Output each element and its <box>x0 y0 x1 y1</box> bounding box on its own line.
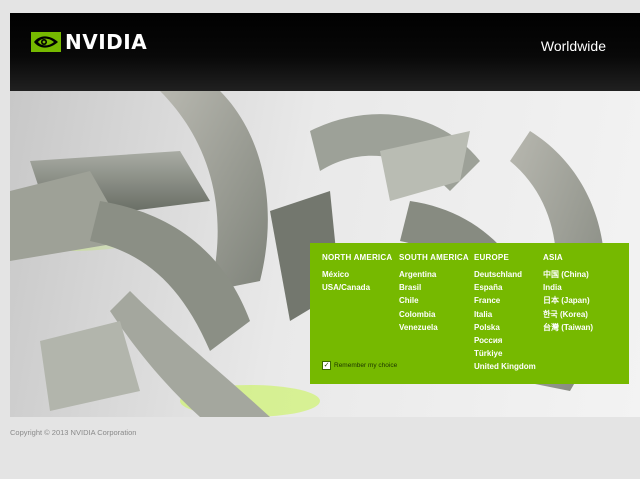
region-asia: ASIA 中国 (China) India 日本 (Japan) 한국 (Kor… <box>543 253 593 334</box>
country-link-deutschland[interactable]: Deutschland <box>474 268 536 281</box>
country-link-colombia[interactable]: Colombia <box>399 308 469 321</box>
site-header: NVIDIA Worldwide <box>10 13 640 91</box>
country-link-japan[interactable]: 日本 (Japan) <box>543 294 593 307</box>
country-link-india[interactable]: India <box>543 281 593 294</box>
country-link-chile[interactable]: Chile <box>399 294 469 307</box>
country-link-brasil[interactable]: Brasil <box>399 281 469 294</box>
remember-checkbox[interactable]: ✓ <box>322 361 331 370</box>
copyright-text: Copyright © 2013 NVIDIA Corporation <box>10 428 137 437</box>
country-link-venezuela[interactable]: Venezuela <box>399 321 469 334</box>
brand-wordmark: NVIDIA <box>65 30 148 54</box>
region-heading: ASIA <box>543 253 563 262</box>
remember-label[interactable]: Remember my choice <box>334 362 397 369</box>
region-heading: NORTH AMERICA <box>322 253 393 262</box>
region-heading: EUROPE <box>474 253 509 262</box>
checkmark-icon: ✓ <box>323 362 330 369</box>
region-heading: SOUTH AMERICA <box>399 253 469 262</box>
nvidia-eye-logo-icon <box>31 32 61 52</box>
country-link-taiwan[interactable]: 台灣 (Taiwan) <box>543 321 593 334</box>
country-link-united-kingdom[interactable]: United Kingdom <box>474 360 536 373</box>
region-europe: EUROPE Deutschland España France Italia … <box>474 253 536 374</box>
country-link-argentina[interactable]: Argentina <box>399 268 469 281</box>
page-title: Worldwide <box>540 38 606 54</box>
page-frame: NVIDIA Worldwide NORTH AMERICA México US… <box>10 13 640 417</box>
country-link-espana[interactable]: España <box>474 281 536 294</box>
remember-choice[interactable]: ✓ Remember my choice <box>322 361 397 370</box>
country-link-korea[interactable]: 한국 (Korea) <box>543 308 593 321</box>
country-link-france[interactable]: France <box>474 294 536 307</box>
country-link-china[interactable]: 中国 (China) <box>543 268 593 281</box>
country-link-italia[interactable]: Italia <box>474 308 536 321</box>
country-link-russia[interactable]: Россия <box>474 334 536 347</box>
region-north-america: NORTH AMERICA México USA/Canada <box>322 253 392 294</box>
country-link-polska[interactable]: Polska <box>474 321 536 334</box>
country-link-turkiye[interactable]: Türkiye <box>474 347 536 360</box>
country-link-usa-canada[interactable]: USA/Canada <box>322 281 392 294</box>
nvidia-logo[interactable]: NVIDIA <box>31 29 147 55</box>
country-selector-panel: NORTH AMERICA México USA/Canada SOUTH AM… <box>310 243 629 384</box>
country-link-mexico[interactable]: México <box>322 268 392 281</box>
region-south-america: SOUTH AMERICA Argentina Brasil Chile Col… <box>399 253 469 334</box>
